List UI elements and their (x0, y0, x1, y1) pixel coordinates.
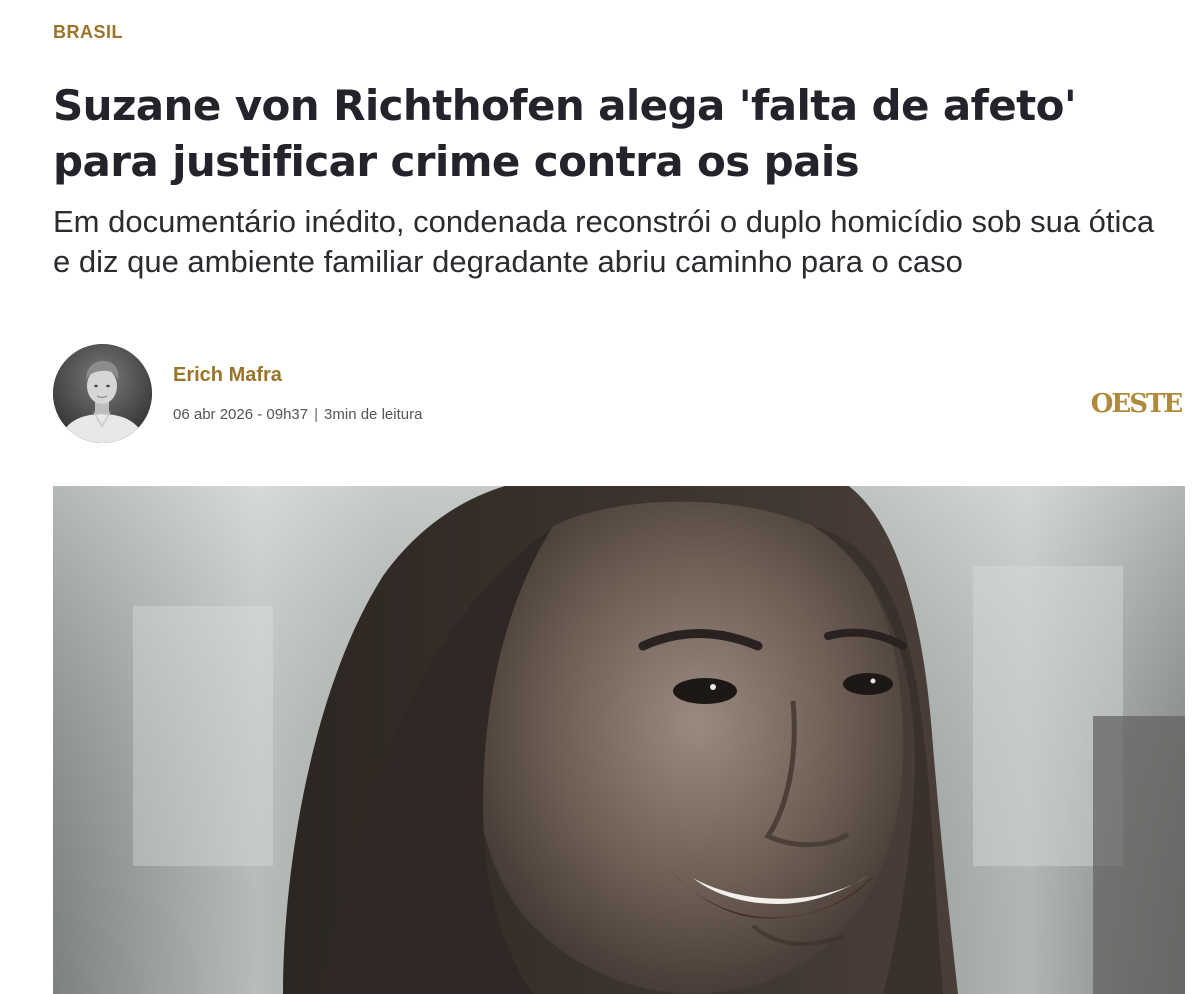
article-page: BRASIL Suzane von Richthofen alega 'falt… (0, 0, 1199, 994)
hero-image (53, 486, 1185, 994)
woman-smiling-photo-icon (53, 486, 1185, 994)
publish-date: 06 abr 2026 - 09h37 (173, 406, 309, 423)
meta-separator: | (314, 406, 319, 423)
read-time: 3min de leitura (324, 406, 423, 423)
oeste-logo[interactable]: OESTE (1086, 381, 1186, 421)
article-meta: 06 abr 2026 - 09h37 | 3min de leitura (173, 406, 422, 423)
author-photo-icon (53, 344, 152, 443)
oeste-logo-icon: OESTE (1091, 389, 1185, 419)
category-link[interactable]: BRASIL (53, 22, 123, 43)
article-headline: Suzane von Richthofen alega 'falta de af… (53, 81, 1077, 186)
author-name-link[interactable]: Erich Mafra (173, 364, 282, 387)
article-subtitle: Em documentário inédito, condenada recon… (53, 204, 1155, 279)
svg-text:OESTE: OESTE (1091, 389, 1183, 419)
author-avatar[interactable] (53, 344, 152, 443)
